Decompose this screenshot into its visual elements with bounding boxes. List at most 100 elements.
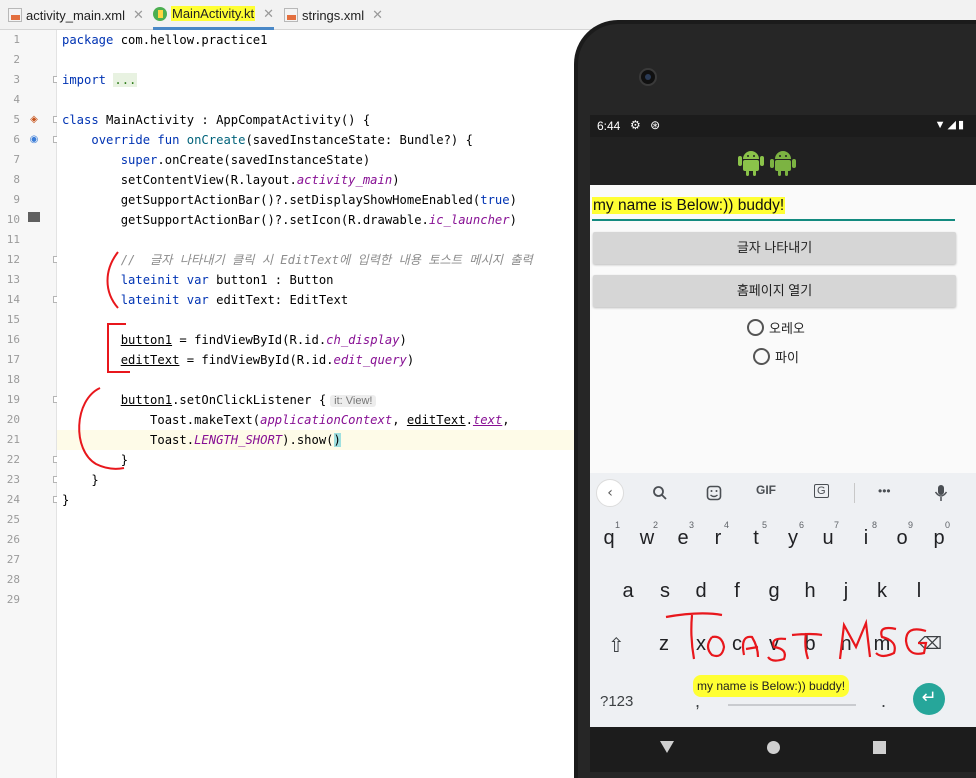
back-triangle-icon[interactable] bbox=[660, 741, 674, 753]
key-q[interactable]: q1 bbox=[594, 518, 624, 558]
line-number: 4 bbox=[13, 93, 20, 106]
symbols-key[interactable]: ?123 bbox=[600, 693, 633, 710]
key-hint: 6 bbox=[798, 520, 804, 530]
variable-ref: button1 bbox=[120, 393, 173, 407]
key-a[interactable]: a bbox=[613, 571, 643, 611]
translate-icon[interactable]: G bbox=[814, 484, 829, 498]
tab-activity-main-xml[interactable]: activity_main.xml ✕ bbox=[8, 0, 144, 30]
code-text: button1 : Button bbox=[208, 273, 334, 287]
line-number: 28 bbox=[6, 573, 20, 586]
radio-oreo[interactable]: 오레오 bbox=[747, 317, 805, 337]
key-hint: 1 bbox=[614, 520, 620, 530]
code-text: } bbox=[62, 493, 70, 507]
line-number: 11 bbox=[6, 233, 20, 246]
resource-ref: edit_query bbox=[333, 353, 407, 367]
property-ref: LENGTH_SHORT bbox=[194, 433, 283, 447]
line-number: 16 bbox=[6, 333, 20, 346]
xml-file-icon bbox=[284, 8, 298, 22]
key-o[interactable]: o9 bbox=[887, 518, 917, 558]
device-screen: 6:44 ⚙ ⊛ ▼◢▮ my name is Below:)) buddy! … bbox=[590, 115, 976, 727]
show-text-button[interactable]: 글자 나타내기 bbox=[593, 232, 956, 264]
key-hint: 3 bbox=[688, 520, 694, 530]
override-gutter-icon[interactable]: ◉ bbox=[28, 134, 40, 146]
radio-pie[interactable]: 파이 bbox=[753, 346, 799, 366]
toast-msg-handwritten-annotation bbox=[665, 612, 928, 662]
key-r[interactable]: r4 bbox=[703, 518, 733, 558]
line-number-gutter: 1 2 3 4 5 6 7 8 9 10 11 12 13 14 15 16 1… bbox=[0, 30, 60, 778]
property-ref: text bbox=[472, 413, 503, 427]
gif-icon[interactable]: GIF bbox=[756, 483, 776, 497]
line-number: 2 bbox=[13, 53, 20, 66]
folded-imports[interactable]: ... bbox=[113, 73, 138, 87]
line-number: 10 bbox=[6, 213, 20, 226]
search-icon[interactable] bbox=[652, 485, 668, 501]
code-text: editText: EditText bbox=[208, 293, 349, 307]
key-e[interactable]: e3 bbox=[668, 518, 698, 558]
home-circle-icon[interactable] bbox=[767, 741, 780, 754]
key-i[interactable]: i8 bbox=[851, 518, 881, 558]
tab-mainactivity-kt[interactable]: MainActivity.kt ✕ bbox=[153, 0, 275, 30]
code-text: .onCreate(savedInstanceState) bbox=[157, 153, 371, 167]
key-y[interactable]: y6 bbox=[778, 518, 808, 558]
radio-label: 파이 bbox=[775, 349, 799, 365]
edit-query-field[interactable]: my name is Below:)) buddy! bbox=[592, 193, 955, 221]
close-icon[interactable]: ✕ bbox=[133, 7, 144, 23]
enter-key[interactable]: ↵ bbox=[913, 683, 945, 715]
keyword: lateinit var bbox=[120, 293, 209, 307]
android-logo-icon bbox=[738, 151, 764, 176]
keyword: lateinit var bbox=[120, 273, 209, 287]
microphone-icon[interactable] bbox=[934, 484, 948, 502]
key-u[interactable]: u7 bbox=[813, 518, 843, 558]
key-t[interactable]: t5 bbox=[741, 518, 771, 558]
keyword: true bbox=[480, 193, 510, 207]
property-ref: applicationContext bbox=[260, 413, 393, 427]
tab-label: activity_main.xml bbox=[26, 7, 125, 23]
line-number: 1 bbox=[13, 33, 20, 46]
key-char: a bbox=[622, 580, 634, 602]
chevron-left-icon[interactable]: ‹ bbox=[596, 479, 624, 507]
key-hint: 9 bbox=[907, 520, 913, 530]
more-icon[interactable]: ••• bbox=[878, 484, 891, 498]
line-number: 18 bbox=[6, 373, 20, 386]
key-period[interactable]: . bbox=[881, 691, 886, 712]
code-text: ) bbox=[509, 193, 517, 207]
tab-label: MainActivity.kt bbox=[171, 6, 256, 21]
sticker-icon[interactable] bbox=[706, 485, 722, 501]
code-text: .setOnClickListener { bbox=[172, 393, 327, 407]
class-run-gutter-icon[interactable]: ◈ bbox=[28, 114, 40, 126]
key-hint: 7 bbox=[833, 520, 839, 530]
code-text: = findViewById(R.id. bbox=[179, 353, 334, 367]
resource-ref: activity_main bbox=[296, 173, 393, 187]
code-text: getSupportActionBar()?.setIcon(R.drawabl… bbox=[62, 213, 429, 227]
code-text: , bbox=[502, 413, 510, 427]
line-number: 3 bbox=[13, 73, 20, 86]
variable-ref: editText bbox=[120, 353, 180, 367]
line-number: 6 bbox=[13, 133, 20, 146]
close-icon[interactable]: ✕ bbox=[263, 6, 274, 22]
resource-ref: ic_launcher bbox=[428, 213, 510, 227]
line-number: 21 bbox=[6, 433, 20, 446]
variable-ref: editText bbox=[406, 413, 466, 427]
close-icon[interactable]: ✕ bbox=[372, 7, 383, 23]
code-text: com.hellow.practice1 bbox=[113, 33, 268, 47]
line-number: 20 bbox=[6, 413, 20, 426]
line-number: 17 bbox=[6, 353, 20, 366]
key-p[interactable]: p0 bbox=[924, 518, 954, 558]
key-w[interactable]: w2 bbox=[632, 518, 662, 558]
android-logo-icon bbox=[770, 151, 796, 176]
shift-icon[interactable]: ⇧ bbox=[608, 633, 625, 657]
recents-square-icon[interactable] bbox=[873, 741, 886, 754]
status-bar: 6:44 ⚙ ⊛ ▼◢▮ bbox=[590, 115, 976, 137]
keyword: override fun bbox=[91, 133, 180, 147]
image-preview-icon[interactable] bbox=[28, 212, 40, 222]
resource-ref: ch_display bbox=[326, 333, 400, 347]
code-text: Toast.makeText( bbox=[62, 413, 261, 427]
code-text: . bbox=[465, 413, 473, 427]
line-number: 8 bbox=[13, 173, 20, 186]
code-text: } bbox=[62, 453, 129, 467]
code-text: getSupportActionBar()?.setDisplayShowHom… bbox=[62, 193, 481, 207]
tab-strings-xml[interactable]: strings.xml ✕ bbox=[284, 0, 383, 30]
open-homepage-button[interactable]: 홈페이지 열기 bbox=[593, 275, 956, 307]
